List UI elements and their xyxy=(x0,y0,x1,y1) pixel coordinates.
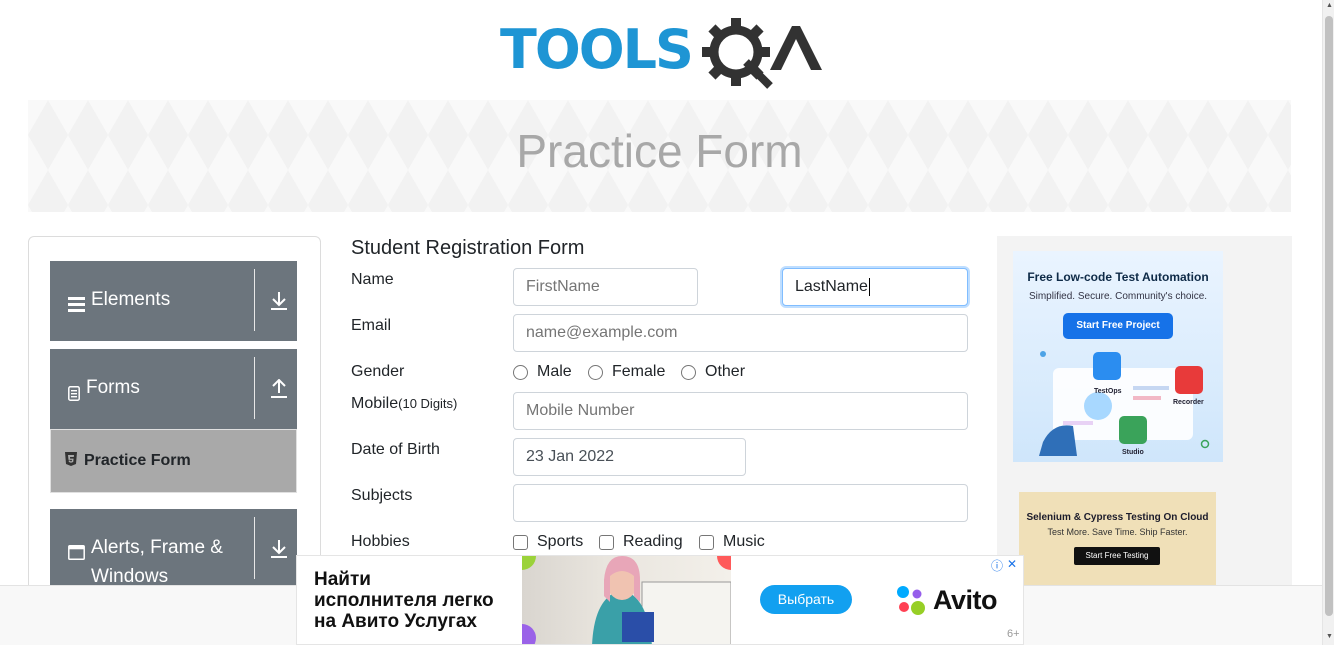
gender-radio-other[interactable]: Other xyxy=(681,363,745,381)
svg-text:TOOLS: TOOLS xyxy=(500,18,692,81)
ad-photo xyxy=(522,556,731,644)
right-ad-column: Free Low-code Test Automation Simplified… xyxy=(997,236,1292,596)
gender-option-label: Other xyxy=(705,363,746,380)
html5-icon xyxy=(65,451,77,471)
hobby-option-label: Music xyxy=(723,533,765,550)
hobby-option-label: Sports xyxy=(537,533,584,550)
page-title: Practice Form xyxy=(516,125,803,177)
page: TOOLS Practice Form Elements Forms Pract… xyxy=(0,0,1334,645)
hobbies-label: Hobbies xyxy=(351,533,410,550)
scroll-down-icon[interactable]: ▼ xyxy=(1326,633,1333,640)
email-label: Email xyxy=(351,317,392,334)
sidebar-group-label: Forms xyxy=(86,377,140,398)
checkbox[interactable] xyxy=(513,534,528,550)
ad-title: Free Low-code Test Automation xyxy=(1027,270,1209,284)
ad-katalon[interactable]: Free Low-code Test Automation Simplified… xyxy=(1013,251,1223,462)
ad-cta-button[interactable]: Выбрать xyxy=(760,585,852,614)
sidebar-group-label: Alerts, Frame & xyxy=(91,537,223,558)
last-name-input[interactable]: LastName xyxy=(782,268,968,306)
first-name-input[interactable]: FirstName xyxy=(513,268,698,306)
ad-lambdatest[interactable]: Selenium & Cypress Testing On Cloud Test… xyxy=(1019,492,1216,596)
dob-label: Date of Birth xyxy=(351,441,440,458)
gender-radio-female[interactable]: Female xyxy=(588,363,665,381)
hobby-checkbox-music[interactable]: Music xyxy=(699,533,765,551)
ad-label: TestOps xyxy=(1094,388,1122,395)
radio-button[interactable] xyxy=(681,364,696,380)
download-arrow-icon[interactable] xyxy=(270,539,288,559)
sidebar-group-forms[interactable]: Forms xyxy=(50,349,297,429)
avito-wordmark: Avito xyxy=(933,584,998,615)
ad-cta-button[interactable]: Start Free Project xyxy=(1063,313,1173,339)
ad-avito[interactable]: Найти исполнителя легко на Авито Услугах… xyxy=(296,555,1024,645)
mobile-label: Mobile(10 Digits) xyxy=(351,395,458,412)
gender-radio-male[interactable]: Male xyxy=(513,363,572,381)
ad-cta-button[interactable]: Start Free Testing xyxy=(1074,547,1160,565)
dob-input[interactable]: 23 Jan 2022 xyxy=(513,438,746,476)
mobile-input[interactable]: Mobile Number xyxy=(513,392,968,430)
divider xyxy=(254,269,255,331)
upload-arrow-icon[interactable] xyxy=(270,378,288,399)
last-name-value: LastName xyxy=(795,278,868,295)
checkbox[interactable] xyxy=(699,534,714,550)
radio-button[interactable] xyxy=(513,364,528,380)
gender-option-label: Male xyxy=(537,363,572,380)
avito-dots-icon xyxy=(897,586,925,615)
age-rating: 6+ xyxy=(1007,628,1020,640)
close-icon[interactable]: ✕ xyxy=(1007,557,1017,574)
form-title: Student Registration Form xyxy=(351,237,585,259)
ad-headline: Найти исполнителя легко на Авито Услугах xyxy=(314,569,494,632)
ad-label: Studio xyxy=(1122,449,1144,456)
ad-controls: ⓘ ✕ xyxy=(991,557,1017,574)
ad-subtitle: Test More. Save Time. Ship Faster. xyxy=(1047,527,1188,537)
subjects-input[interactable] xyxy=(513,484,968,522)
ad-title: Selenium & Cypress Testing On Cloud xyxy=(1026,512,1209,523)
page-scrollbar[interactable]: ▲ ▼ xyxy=(1322,0,1334,645)
hobby-checkbox-sports[interactable]: Sports xyxy=(513,533,583,551)
sidebar-item-practice-form[interactable]: Practice Form xyxy=(50,429,297,493)
radio-button[interactable] xyxy=(588,364,603,380)
text-caret xyxy=(868,277,870,296)
scroll-thumb[interactable] xyxy=(1325,16,1333,616)
gender-label: Gender xyxy=(351,363,405,380)
mobile-hint: (10 Digits) xyxy=(398,396,458,411)
hobby-checkbox-reading[interactable]: Reading xyxy=(599,533,683,551)
adchoices-icon[interactable]: ⓘ xyxy=(991,557,1003,574)
page-banner: Practice Form xyxy=(28,100,1291,212)
sidebar-group-label: Elements xyxy=(91,289,171,310)
sidebar-group-elements[interactable]: Elements xyxy=(50,261,297,341)
checkbox[interactable] xyxy=(599,534,614,550)
scroll-up-icon[interactable]: ▲ xyxy=(1326,2,1333,9)
ad-subtitle: Simplified. Secure. Community's choice. xyxy=(1028,291,1208,302)
hamburger-icon xyxy=(68,292,85,321)
left-sidebar: Elements Forms Practice Form Alerts, Fra… xyxy=(28,236,321,636)
subjects-label: Subjects xyxy=(351,487,413,504)
download-arrow-icon[interactable] xyxy=(270,291,288,311)
avito-logo: Avito xyxy=(895,584,998,616)
name-label: Name xyxy=(351,271,394,288)
toolsqa-logo[interactable]: TOOLS xyxy=(500,14,822,90)
hobby-option-label: Reading xyxy=(623,533,683,550)
sidebar-item-label: Practice Form xyxy=(84,452,191,469)
email-input[interactable]: name@example.com xyxy=(513,314,968,352)
gender-option-label: Female xyxy=(612,363,666,380)
window-icon xyxy=(68,540,85,569)
document-icon xyxy=(68,381,80,410)
divider xyxy=(254,357,255,419)
divider xyxy=(254,517,255,579)
ad-label: Recorder xyxy=(1173,399,1204,406)
